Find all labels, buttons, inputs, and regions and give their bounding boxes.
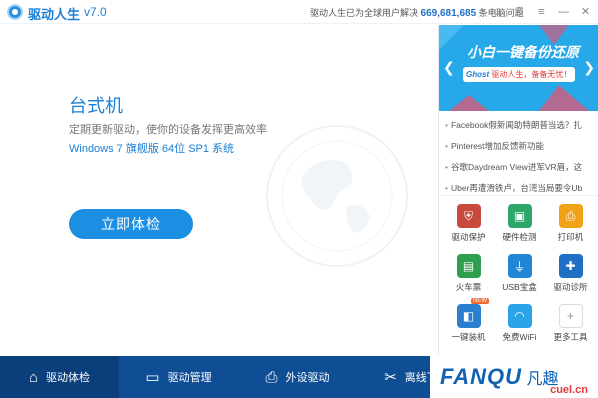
- tool-driver-clinic[interactable]: ✚ 驱动诊所: [545, 252, 596, 302]
- tool-label: 硬件检测: [502, 232, 537, 242]
- stats-count: 669,681,685: [420, 8, 477, 19]
- tool-driver-protect[interactable]: ⛨ 驱动保护: [443, 202, 494, 252]
- nav-label: 驱动体检: [46, 372, 91, 384]
- app-logo-icon: [7, 4, 23, 20]
- home-icon: ⌂: [28, 368, 39, 386]
- nav-label: 外设驱动: [285, 372, 330, 384]
- app-version: v7.0: [84, 5, 107, 19]
- tool-label: 打印机: [557, 232, 584, 242]
- stats-prefix: 驱动人生已为全球用户解决: [310, 8, 419, 18]
- tool-label: 驱动诊所: [553, 282, 588, 292]
- nav-peripheral-driver[interactable]: ⎙ 外设驱动: [238, 356, 357, 398]
- tool-label: 更多工具: [553, 332, 588, 342]
- tools-icon: ✂: [384, 369, 397, 386]
- news-item[interactable]: Facebook假新闻助特朗普当选？扎: [439, 115, 598, 136]
- title-bar: 驱动人生 v7.0 驱动人生已为全球用户解决 669,681,685 条电脑问题…: [0, 0, 598, 24]
- new-badge: NEW: [471, 298, 489, 304]
- more-icon: +: [558, 304, 583, 328]
- shield-icon: ⛨: [456, 204, 481, 228]
- nav-driver-check[interactable]: ⌂ 驱动体检: [0, 356, 119, 398]
- watermark-main: FANQU: [440, 364, 522, 389]
- news-item[interactable]: Pinterest增加反馈新功能: [439, 136, 598, 157]
- watermark-sub: cuel.cn: [550, 384, 588, 396]
- main-panel: 台式机 定期更新驱动，使你的设备发挥更高效率 Windows 7 旗舰版 64位…: [0, 25, 438, 355]
- tool-train-ticket[interactable]: ▤ 火车票: [443, 252, 494, 302]
- tools-grid: ⛨ 驱动保护 ▣ 硬件检测 ⎙ 打印机 ▤ 火车票 ⏚ USB宝盒 ✚ 驱动诊所…: [443, 202, 597, 352]
- pc-type-title: 台式机: [69, 96, 123, 116]
- train-icon: ▤: [456, 254, 481, 278]
- os-info: Windows 7 旗舰版 64位 SP1 系统: [69, 143, 235, 155]
- menu-icon[interactable]: ≡: [533, 3, 550, 20]
- watermark-logo: FANQU 凡趣 cuel.cn: [430, 356, 598, 398]
- monitor-icon: ▭: [145, 369, 160, 386]
- tool-label: 驱动保护: [451, 232, 486, 242]
- chat-icon[interactable]: ☺: [489, 3, 506, 20]
- install-icon: ◧: [456, 304, 481, 328]
- shirt-icon[interactable]: ♖: [511, 3, 528, 20]
- minimize-icon[interactable]: —: [555, 3, 572, 20]
- window-controls: ☺ ♖ ≡ — ✕: [489, 3, 594, 20]
- printer-icon: ⎙: [558, 204, 583, 228]
- usb-icon: ⏚: [507, 254, 532, 278]
- tool-hardware-check[interactable]: ▣ 硬件检测: [494, 202, 545, 252]
- banner-ghost: Ghost 驱动人生，备备无忧！: [463, 67, 575, 82]
- news-list: Facebook假新闻助特朗普当选？扎 Pinterest增加反馈新功能 谷歌D…: [439, 115, 598, 199]
- promo-banner[interactable]: ❮ ❯ 小白一键备份还原 Ghost 驱动人生，备备无忧！: [439, 25, 598, 111]
- banner-next-icon[interactable]: ❯: [583, 59, 595, 76]
- start-check-button[interactable]: 立即体检: [69, 209, 193, 239]
- tool-usb-box[interactable]: ⏚ USB宝盒: [494, 252, 545, 302]
- news-item[interactable]: 谷歌Daydream View进军VR眉，这: [439, 157, 598, 178]
- close-icon[interactable]: ✕: [577, 3, 594, 20]
- tool-more[interactable]: + 更多工具: [545, 302, 596, 352]
- banner-prev-icon[interactable]: ❮: [443, 59, 455, 76]
- printer-icon: ⎙: [265, 368, 278, 386]
- app-name: 驱动人生: [28, 7, 81, 22]
- banner-ghost-desc: 驱动人生，备备无忧！: [491, 70, 572, 79]
- banner-title: 小白一键备份还原: [467, 44, 579, 60]
- tool-one-click-install[interactable]: ◧ NEW 一键装机: [443, 298, 494, 352]
- globe-icon: [266, 125, 408, 267]
- monitor-icon: ▣: [507, 204, 532, 228]
- nav-driver-manage[interactable]: ▭ 驱动管理: [119, 356, 238, 398]
- wifi-icon: ◠: [507, 304, 532, 328]
- banner-ghost-label: Ghost: [466, 70, 490, 79]
- stethoscope-icon: ✚: [558, 254, 583, 278]
- divider: [439, 195, 598, 196]
- tool-free-wifi[interactable]: ◠ 免费WiFi: [494, 302, 545, 352]
- right-panel: ❮ ❯ 小白一键备份还原 Ghost 驱动人生，备备无忧！ Facebook假新…: [438, 25, 598, 355]
- tool-label: 免费WiFi: [502, 332, 537, 342]
- nav-label: 驱动管理: [167, 372, 212, 384]
- tool-printer[interactable]: ⎙ 打印机: [545, 202, 596, 252]
- tool-label: 一键装机: [451, 332, 486, 342]
- tool-label: USB宝盒: [502, 282, 537, 292]
- subtitle-text: 定期更新驱动，使你的设备发挥更高效率: [69, 124, 267, 136]
- tool-label: 火车票: [455, 282, 482, 292]
